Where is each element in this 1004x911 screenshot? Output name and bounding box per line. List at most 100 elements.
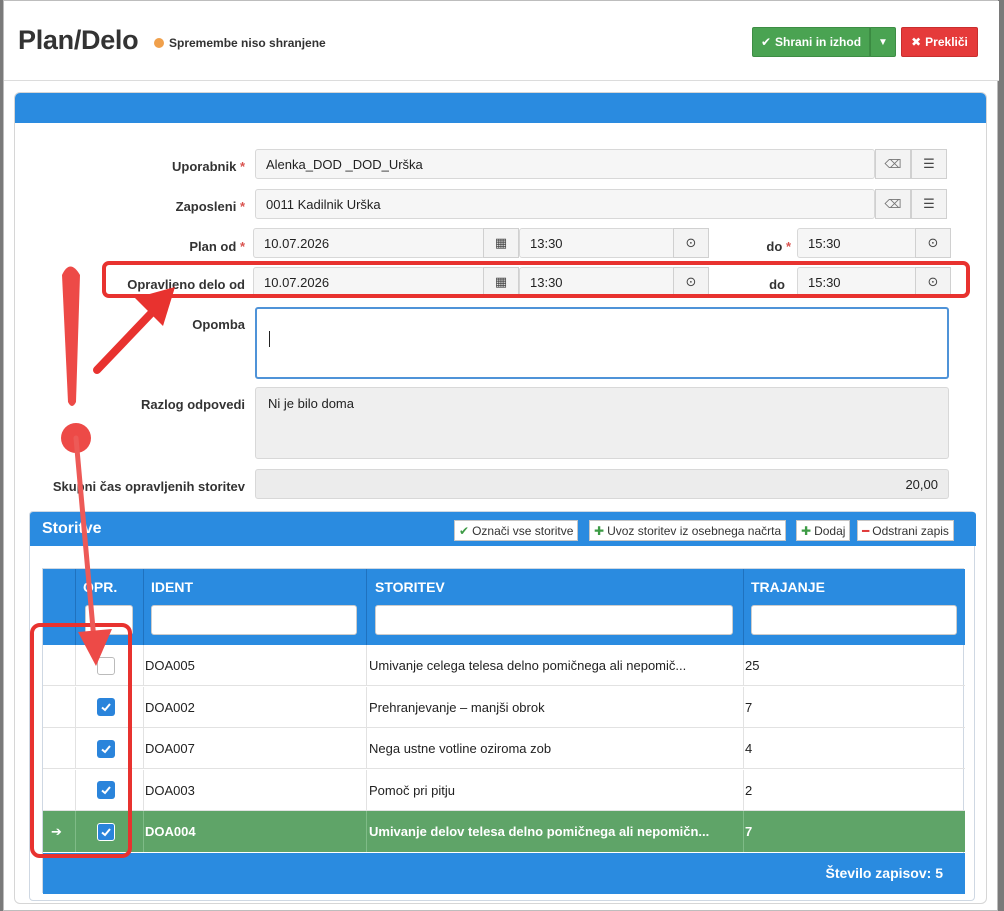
cancel-label: Prekliči (925, 35, 968, 49)
save-label: Shrani in izhod (775, 35, 862, 49)
times-icon: ✖ (911, 35, 922, 49)
minus-icon: ━ (862, 523, 870, 538)
trajanje-cell: 2 (745, 782, 753, 798)
column-opr[interactable]: OPR. (83, 579, 117, 595)
opravljeno-calendar-button[interactable]: ▦ (483, 267, 519, 297)
ident-cell: DOA003 (145, 782, 195, 798)
unsaved-dot-icon (154, 38, 164, 48)
table-row[interactable]: DOA003 Pomoč pri pitju 2 (43, 769, 965, 811)
plan-od-calendar-button[interactable]: ▦ (483, 228, 519, 258)
add-button[interactable]: ✚ Dodaj (796, 520, 851, 541)
plan-od-date-field[interactable]: 10.07.2026 (253, 228, 485, 258)
opravljeno-do-label: do (769, 277, 785, 292)
services-title: Storitve (42, 520, 102, 537)
mark-all-services-button[interactable]: ✔ Označi vse storitve (454, 520, 579, 541)
opomba-label: Opomba (192, 317, 245, 332)
uporabnik-clear-button[interactable]: ⌫ (875, 149, 911, 179)
storitev-cell: Nega ustne votline oziroma zob (369, 741, 552, 757)
zaposleni-field[interactable]: 0011 Kadilnik Urška (255, 189, 875, 219)
opr-checkbox[interactable] (97, 656, 115, 675)
opomba-textarea[interactable] (255, 307, 949, 379)
list-icon: ☰ (923, 156, 935, 171)
filter-ident[interactable] (151, 605, 357, 635)
column-trajanje[interactable]: TRAJANJE (751, 579, 825, 595)
unsaved-text: Spremembe niso shranjene (169, 36, 326, 50)
ident-cell: DOA002 (145, 699, 195, 715)
opr-checkbox[interactable] (97, 822, 115, 841)
table-row[interactable]: DOA005 Umivanje celega telesa delno pomič… (43, 645, 965, 686)
filter-storitev[interactable] (375, 605, 733, 635)
check-icon: ✔ (459, 523, 470, 538)
plan-od-clock-button[interactable]: ⊙ (673, 228, 709, 258)
calendar-icon: ▦ (494, 235, 508, 250)
list-icon: ☰ (923, 196, 935, 211)
import-services-button[interactable]: ✚ Uvoz storitev iz osebnega načrta (589, 520, 787, 541)
add-label: Dodaj (814, 523, 846, 538)
storitev-cell: Prehranjevanje – manjši obrok (369, 699, 545, 715)
razlog-textarea[interactable]: Ni je bilo doma (255, 387, 949, 459)
plan-od-time-field[interactable]: 13:30 (519, 228, 675, 258)
trajanje-cell: 7 (745, 824, 753, 840)
uporabnik-field[interactable]: Alenka_DOD _DOD_Urška (255, 149, 875, 179)
plan-do-clock-button[interactable]: ⊙ (915, 228, 951, 258)
plan-od-label: Plan od * (189, 239, 245, 254)
clock-icon: ⊙ (685, 274, 697, 289)
clock-icon: ⊙ (927, 235, 939, 250)
grid-footer: Število zapisov: 5 (43, 853, 965, 894)
ident-cell: DOA004 (145, 824, 196, 840)
services-grid: OPR. IDENT STORITEV TRAJANJE DOA005 Umiva… (42, 568, 965, 894)
zaposleni-list-button[interactable]: ☰ (911, 189, 947, 219)
skupni-cas-value: 20,00 (255, 469, 949, 499)
storitev-cell: Umivanje celega telesa delno pomičnega a… (369, 658, 687, 673)
plan-do-label: do * (766, 239, 791, 254)
zaposleni-label: Zaposleni * (175, 199, 245, 214)
form-panel-header (15, 93, 986, 123)
opravljeno-do-time-field[interactable]: 15:30 (797, 267, 917, 297)
remove-label: Odstrani zapis (872, 523, 949, 538)
remove-record-button[interactable]: ━ Odstrani zapis (857, 520, 954, 541)
uporabnik-list-button[interactable]: ☰ (911, 149, 947, 179)
column-storitev[interactable]: STORITEV (375, 579, 445, 595)
opravljeno-do-clock-button[interactable]: ⊙ (915, 267, 951, 297)
plan-delo-dialog: Plan/Delo Spremembe niso shranjene ✔ Shr… (3, 0, 999, 911)
services-header: Storitve ✔ Označi vse storitve ✚ Uvoz st… (30, 512, 976, 546)
dialog-header: Plan/Delo Spremembe niso shranjene ✔ Shr… (4, 1, 999, 81)
opr-checkbox[interactable] (97, 781, 115, 800)
column-ident[interactable]: IDENT (151, 579, 193, 595)
save-options-dropdown[interactable]: ▼ (870, 27, 896, 57)
save-and-exit-button[interactable]: ✔ Shrani in izhod (752, 27, 870, 57)
ident-cell: DOA007 (145, 741, 195, 757)
storitev-cell: Pomoč pri pitju (369, 782, 455, 798)
plus-icon: ✚ (594, 523, 605, 538)
record-count: Število zapisov: 5 (825, 865, 944, 881)
plan-do-time-field[interactable]: 15:30 (797, 228, 917, 258)
zaposleni-clear-button[interactable]: ⌫ (875, 189, 911, 219)
import-label: Uvoz storitev iz osebnega načrta (607, 523, 782, 538)
uporabnik-label: Uporabnik * (172, 159, 245, 174)
table-row[interactable]: DOA007 Nega ustne votline oziroma zob 4 (43, 728, 965, 770)
check-icon: ✔ (760, 35, 772, 49)
ident-cell: DOA005 (145, 658, 195, 673)
backdrop-right (998, 0, 1004, 911)
opr-checkbox[interactable] (97, 739, 115, 758)
unsaved-indicator: Spremembe niso shranjene (154, 36, 326, 50)
table-row[interactable]: DOA002 Prehranjevanje – manjši obrok 7 (43, 686, 965, 728)
eraser-icon: ⌫ (884, 157, 902, 171)
opravljeno-clock-button[interactable]: ⊙ (673, 267, 709, 297)
mark-all-label: Označi vse storitve (472, 523, 574, 538)
opravljeno-time-field[interactable]: 13:30 (519, 267, 675, 297)
page-title: Plan/Delo (18, 25, 139, 55)
clock-icon: ⊙ (685, 235, 697, 250)
filter-trajanje[interactable] (751, 605, 957, 635)
grid-header: OPR. IDENT STORITEV TRAJANJE (43, 569, 965, 645)
cancel-button[interactable]: ✖ Prekliči (901, 27, 978, 57)
filter-opr[interactable] (85, 605, 133, 635)
opravljeno-date-field[interactable]: 10.07.2026 (253, 267, 485, 297)
table-row[interactable]: ➔ DOA004 Umivanje delov telesa delno pomič… (43, 811, 965, 853)
form-panel: Uporabnik * Alenka_DOD _DOD_Urška ⌫ ☰ Za… (14, 92, 987, 904)
opravljeno-label: Opravljeno delo od (127, 277, 245, 292)
razlog-label: Razlog odpovedi (141, 397, 245, 412)
trajanje-cell: 4 (745, 741, 753, 757)
opr-checkbox[interactable] (97, 698, 115, 717)
chevron-down-icon: ▼ (878, 36, 888, 48)
